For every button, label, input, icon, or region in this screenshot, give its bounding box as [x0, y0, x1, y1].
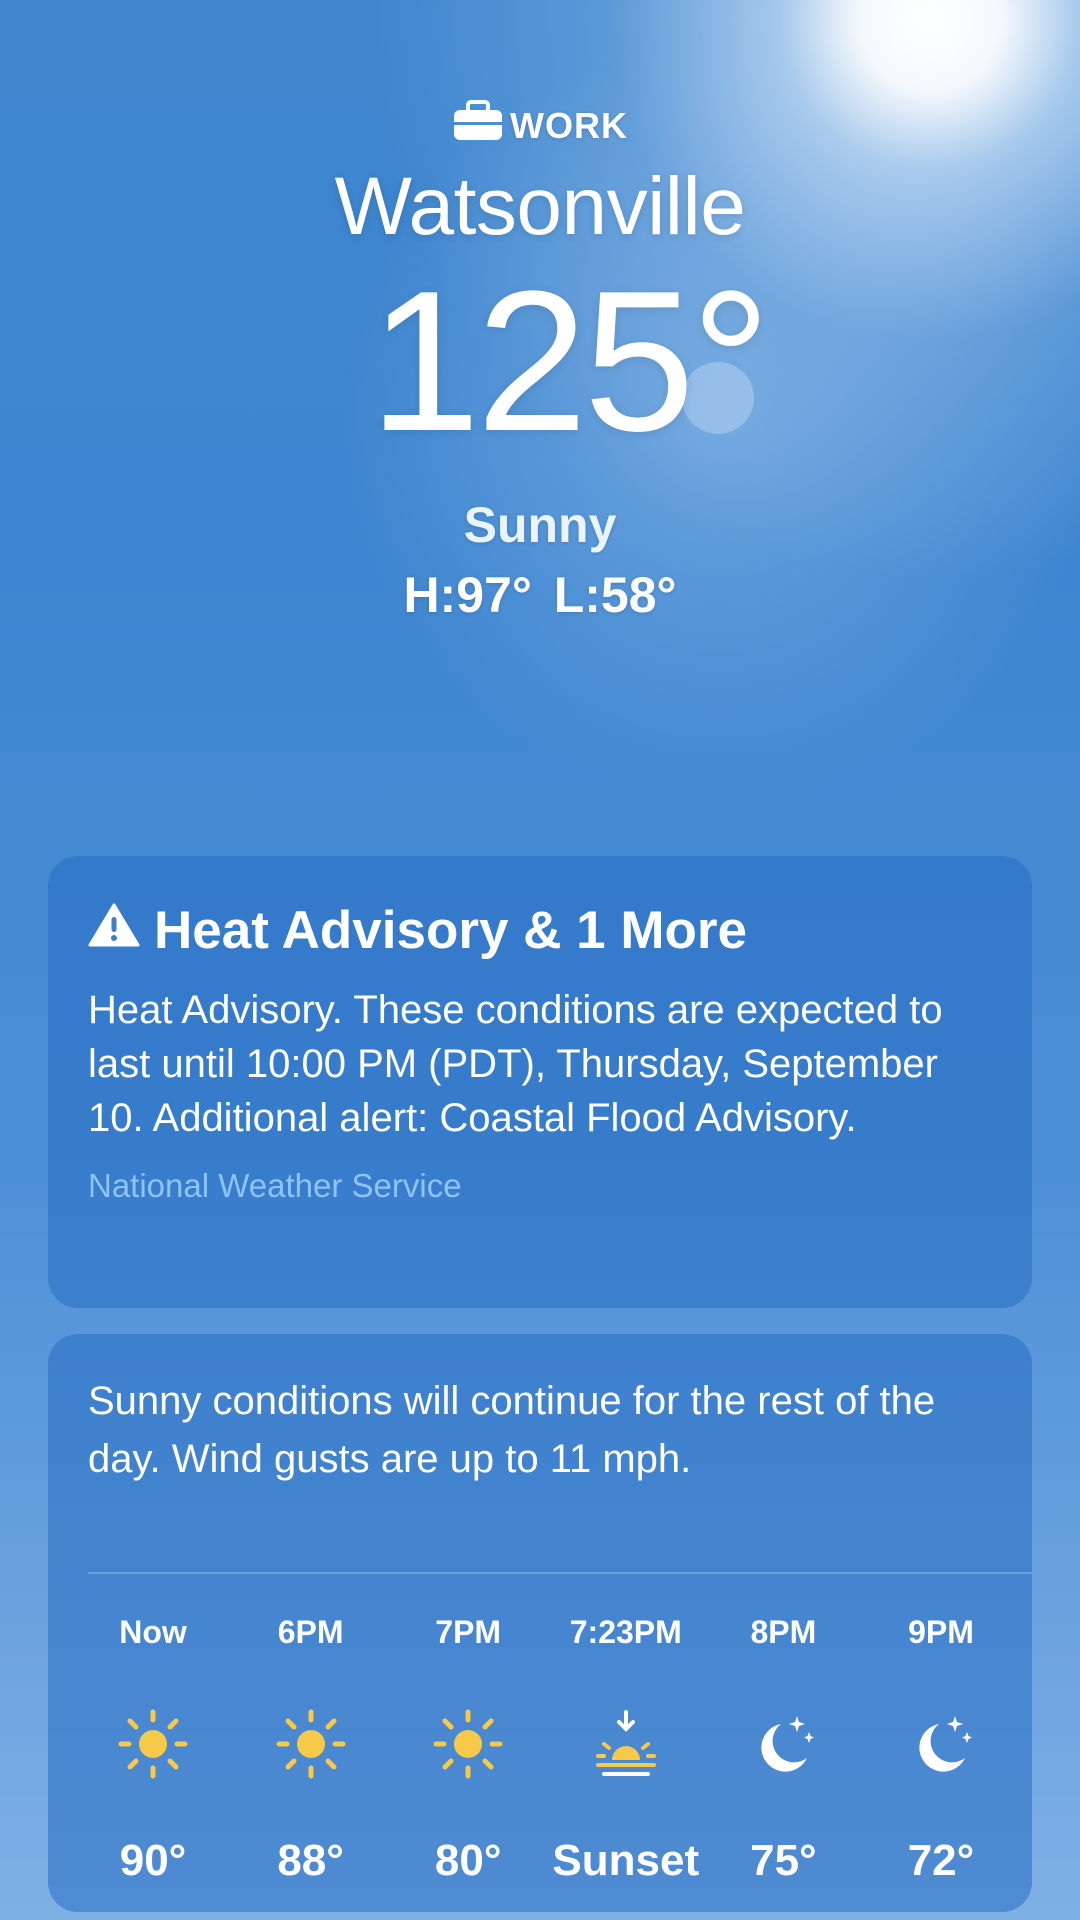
hour-label: 7PM	[435, 1614, 502, 1650]
warning-triangle-icon	[88, 900, 140, 961]
hour-label: Now	[119, 1614, 187, 1650]
hourly-forecast-card[interactable]: Sunny conditions will continue for the r…	[48, 1334, 1032, 1912]
forecast-summary: Sunny conditions will continue for the r…	[88, 1379, 936, 1481]
alert-source-link[interactable]: National Weather Service	[88, 1167, 992, 1205]
hourly-forecast-list[interactable]: Now 90° 6PM 88° 7PM 80° 7:23PM Sunset 8P…	[48, 1602, 1032, 1886]
hour-label: 9PM	[908, 1614, 974, 1650]
hour-item: 7PM 80°	[393, 1602, 543, 1886]
location-tag-label: WORK	[510, 104, 628, 146]
moon-stars-icon	[747, 1704, 819, 1784]
hour-label: 7:23PM	[569, 1614, 682, 1650]
hour-item: 7:23PM Sunset	[551, 1602, 701, 1886]
hour-temperature: 90°	[119, 1836, 187, 1885]
hour-item: 8PM 75°	[708, 1602, 858, 1886]
divider	[88, 1572, 1032, 1574]
hour-temperature: 72°	[907, 1836, 975, 1885]
hour-item: 6PM 88°	[236, 1602, 386, 1886]
alert-body: Heat Advisory. These conditions are expe…	[88, 988, 943, 1140]
hour-temperature: 80°	[434, 1836, 502, 1885]
hour-item: 9PM 72°	[866, 1602, 1016, 1886]
alert-title: Heat Advisory & 1 More	[154, 901, 747, 960]
hour-temperature: 88°	[277, 1836, 344, 1885]
briefcase-icon	[452, 100, 504, 151]
sun-icon	[275, 1704, 347, 1784]
hour-item: Now 90°	[78, 1602, 228, 1886]
hour-temperature: Sunset	[552, 1836, 700, 1885]
location-tag: WORK	[0, 100, 1080, 151]
severe-weather-alert-card[interactable]: Heat Advisory & 1 More Heat Advisory. Th…	[48, 856, 1032, 1308]
city-name: Watsonville	[334, 161, 746, 252]
alert-title-row: Heat Advisory & 1 More	[88, 900, 992, 961]
hour-label: 6PM	[277, 1614, 344, 1650]
moon-stars-icon	[905, 1704, 977, 1784]
sun-icon	[432, 1704, 504, 1784]
current-temperature: 125°	[369, 250, 771, 473]
hour-label: 8PM	[750, 1614, 817, 1650]
hour-temperature: 75°	[750, 1836, 817, 1885]
sun-icon	[117, 1704, 189, 1784]
current-condition: Sunny	[463, 497, 617, 553]
high-low-temperature: H:97° L:58°	[403, 567, 677, 623]
sunset-icon	[590, 1704, 662, 1784]
